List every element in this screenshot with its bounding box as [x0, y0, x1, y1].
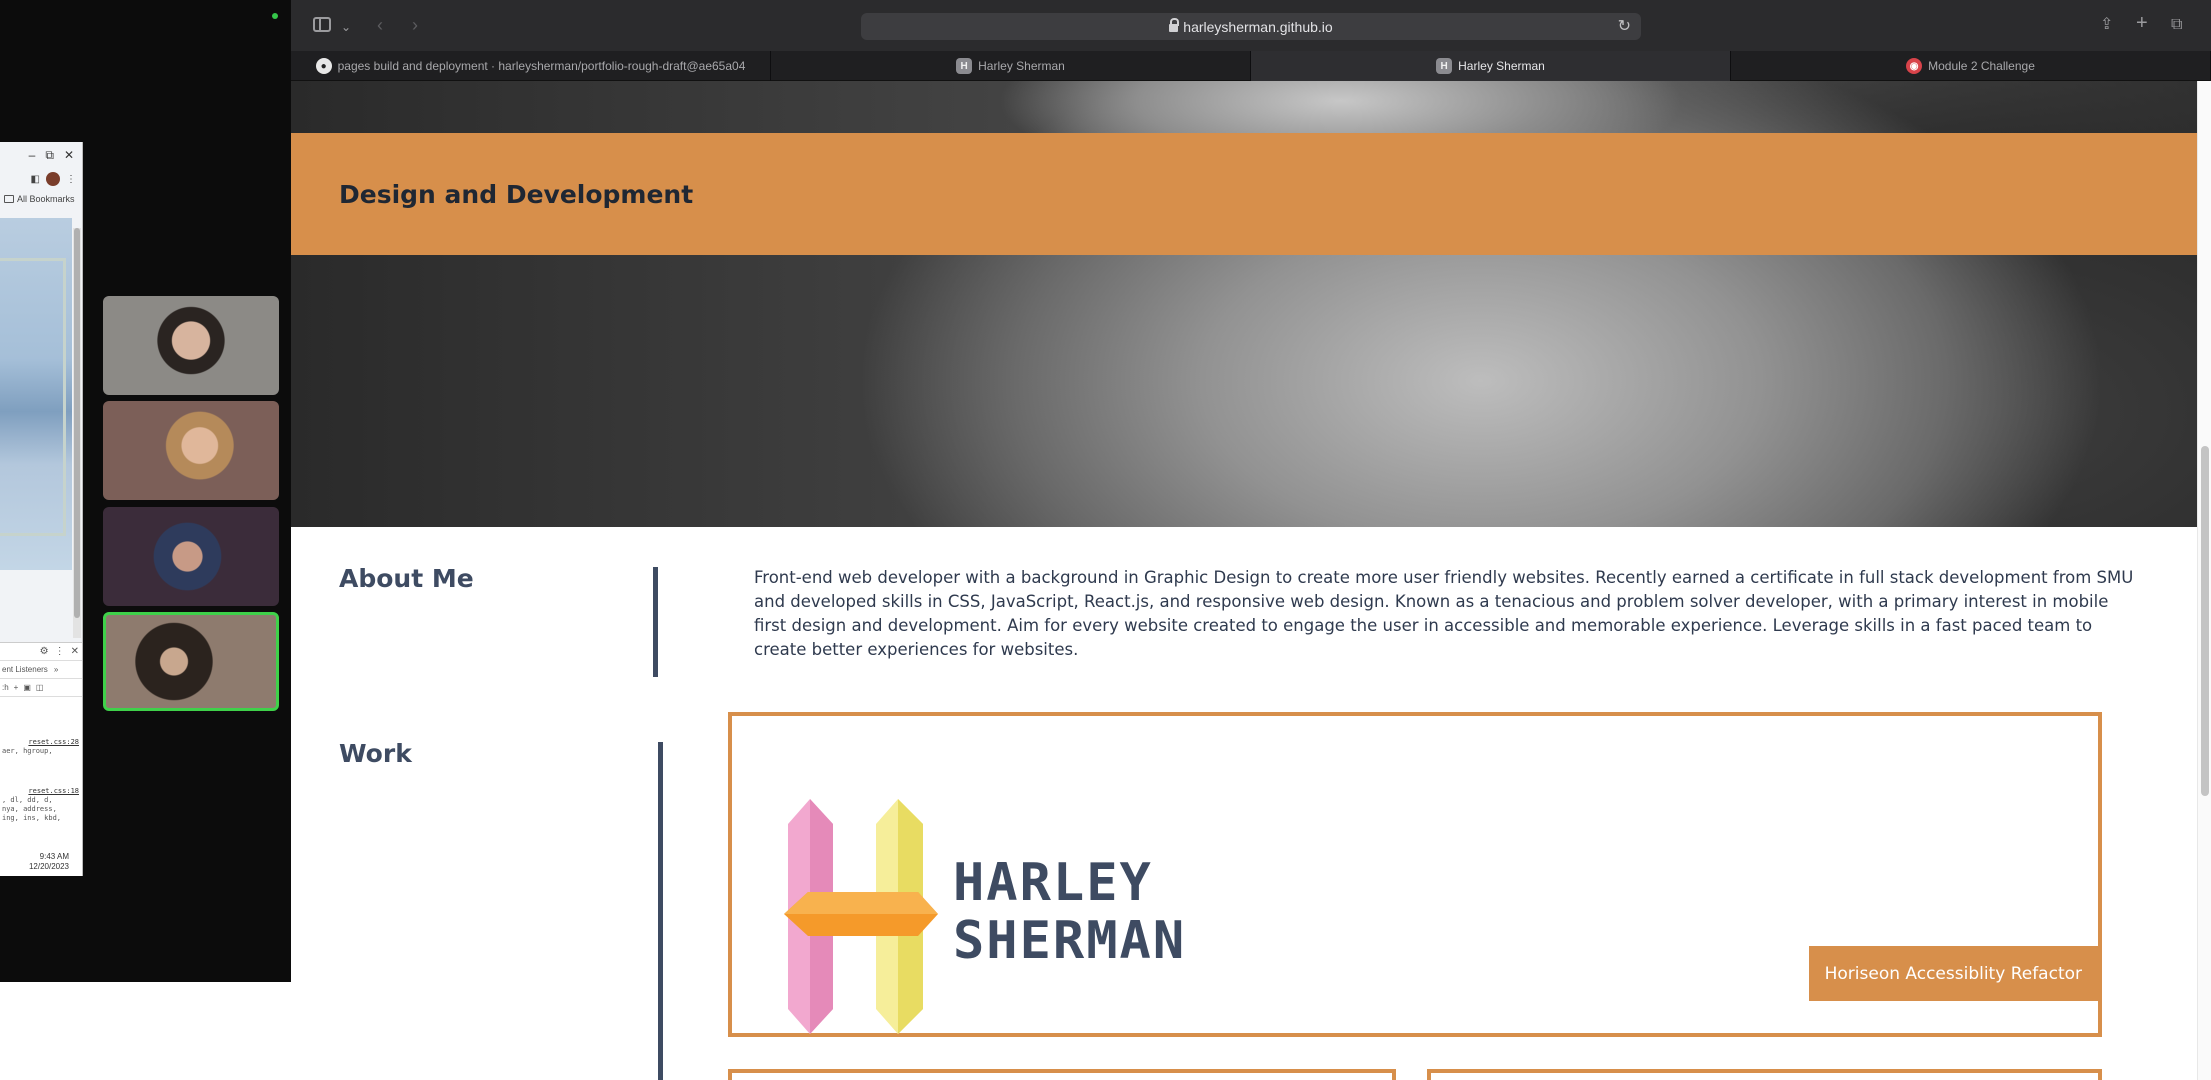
more-tabs-icon[interactable]: » [54, 665, 58, 674]
screen: – ⧉ ✕ ◧ ⋮ All Bookmarks ⚙ ⋮ ✕ ent Listen… [0, 0, 2211, 1080]
tab-overview-icon[interactable]: ⧉ [2171, 14, 2182, 36]
paint-icon[interactable]: ▣ [23, 683, 31, 692]
address-bar[interactable]: harleysherman.github.io ↻ [861, 13, 1641, 40]
module-favicon-icon: ◉ [1906, 58, 1923, 74]
about-text: Front-end web developer with a backgroun… [754, 568, 2134, 659]
new-tab-icon[interactable]: + [2136, 12, 2148, 34]
project-title-label[interactable]: Horiseon Accessiblity Refactor [1808, 946, 2098, 1001]
github-icon: ● [315, 58, 332, 74]
chevron-down-icon[interactable]: ⌄ [341, 16, 351, 38]
project-card-2[interactable] [728, 1069, 1396, 1080]
logo-line-2: SHERMAN [953, 911, 1187, 971]
gear-icon[interactable]: ⚙ [40, 646, 49, 657]
css-selector-line: nya, address, [2, 805, 57, 813]
url-text: harleysherman.github.io [1183, 18, 1333, 35]
css-selector-line: ing, ins, kbd, [2, 814, 62, 822]
logo-line-1: HARLEY [953, 853, 1153, 913]
about-divider [653, 567, 658, 677]
close-icon[interactable]: ✕ [64, 148, 74, 162]
css-selector-line: , dl, dd, d, [2, 796, 53, 804]
logo-wordmark: HARLEY SHERMAN [953, 854, 1186, 970]
video-participant-2[interactable] [103, 401, 279, 500]
browser-toolbar: ⌄ ‹ › harleysherman.github.io ↻ ⇪ + ⧉ [291, 0, 2211, 51]
devtools-panel: ⚙ ⋮ ✕ ent Listeners » :h + ▣ ◫ reset.css… [0, 642, 82, 876]
h-favicon-icon: H [956, 58, 973, 74]
work-divider [658, 742, 663, 1080]
page-scroll-thumb[interactable] [2201, 446, 2209, 796]
css-selector-line: aer, hgroup, [2, 747, 53, 755]
devtools-filter-bar: :h + ▣ ◫ [0, 679, 82, 697]
video-participant-3[interactable] [103, 507, 279, 606]
project-card-3[interactable] [1427, 1069, 2102, 1080]
computed-icon[interactable]: ◫ [36, 683, 44, 692]
video-participant-4-active-speaker[interactable] [103, 612, 279, 711]
desktop-white-area [0, 982, 291, 1080]
stylesheet-link[interactable]: reset.css:18 [0, 786, 82, 796]
project-card-featured[interactable]: HARLEY SHERMAN Horiseon Accessiblity Ref… [728, 712, 2102, 1037]
tab-github-actions[interactable]: ● pages build and deployment · harleyshe… [291, 51, 771, 81]
mini-toolbar: ◧ ⋮ [0, 168, 82, 190]
page-content: Design and Development About Me Front-en… [291, 81, 2197, 1080]
mini-scroll-thumb[interactable] [74, 228, 80, 618]
tab-label: Module 2 Challenge [1928, 59, 2035, 73]
background-chrome-window[interactable]: – ⧉ ✕ ◧ ⋮ All Bookmarks ⚙ ⋮ ✕ ent Listen… [0, 142, 83, 876]
folder-icon [4, 195, 14, 203]
devtools-topbar: ⚙ ⋮ ✕ [0, 643, 82, 661]
page-scrollbar[interactable] [2197, 81, 2211, 1080]
menu-kebab-icon[interactable]: ⋮ [66, 174, 76, 185]
safari-window: ⌄ ‹ › harleysherman.github.io ↻ ⇪ + ⧉ ● … [291, 0, 2211, 1080]
hero-banner: Design and Development [291, 133, 2197, 255]
sidepanel-icon[interactable]: ◧ [31, 174, 40, 185]
hero-image: Design and Development [291, 81, 2197, 527]
mini-titlebar: – ⧉ ✕ [0, 142, 82, 168]
devtools-tabs: ent Listeners » [0, 661, 82, 679]
stylesheet-link[interactable]: reset.css:28 [0, 737, 82, 747]
tab-label: Harley Sherman [978, 59, 1065, 73]
add-rule-icon[interactable]: + [14, 683, 19, 692]
minimize-icon[interactable]: – [29, 148, 36, 162]
share-icon[interactable]: ⇪ [2100, 14, 2113, 36]
restore-icon[interactable]: ⧉ [45, 148, 54, 163]
hero-title: Design and Development [339, 179, 694, 209]
clock-date: 12/20/2023 [28, 862, 69, 871]
bookmarks-bar: All Bookmarks [0, 190, 82, 208]
reload-icon[interactable]: ↻ [1618, 16, 1631, 36]
work-heading: Work [339, 739, 412, 768]
tab-label: Harley Sherman [1458, 59, 1545, 73]
tab-module-2-challenge[interactable]: ◉ Module 2 Challenge [1731, 51, 2211, 81]
camera-indicator-icon [272, 13, 278, 19]
devtools-menu-icon[interactable]: ⋮ [55, 646, 65, 657]
tab-bar: ● pages build and deployment · harleyshe… [291, 51, 2211, 81]
tab-harley-sherman-1[interactable]: H Harley Sherman [771, 51, 1251, 81]
toggle-state-icon[interactable]: :h [2, 683, 9, 692]
taskbar-clock: 9:43 AM 12/20/2023 [29, 852, 69, 872]
sidebar-toggle-icon[interactable] [313, 17, 331, 32]
video-participant-1[interactable] [103, 296, 279, 395]
forward-icon[interactable]: › [412, 14, 418, 36]
lock-icon [1169, 17, 1180, 32]
all-bookmarks-link[interactable]: All Bookmarks [17, 194, 75, 204]
about-heading: About Me [339, 564, 474, 593]
tab-label: pages build and deployment · harleysherm… [337, 59, 746, 73]
clock-time: 9:43 AM [39, 852, 69, 861]
devtools-close-icon[interactable]: ✕ [71, 646, 79, 657]
tab-harley-sherman-2[interactable]: H Harley Sherman [1251, 51, 1731, 81]
h-favicon-icon: H [1436, 58, 1453, 74]
mini-page-frame [0, 258, 66, 536]
profile-avatar[interactable] [46, 172, 60, 186]
back-icon[interactable]: ‹ [377, 14, 383, 36]
mini-scrollbar[interactable] [73, 228, 81, 638]
event-listeners-tab[interactable]: ent Listeners [2, 665, 48, 674]
